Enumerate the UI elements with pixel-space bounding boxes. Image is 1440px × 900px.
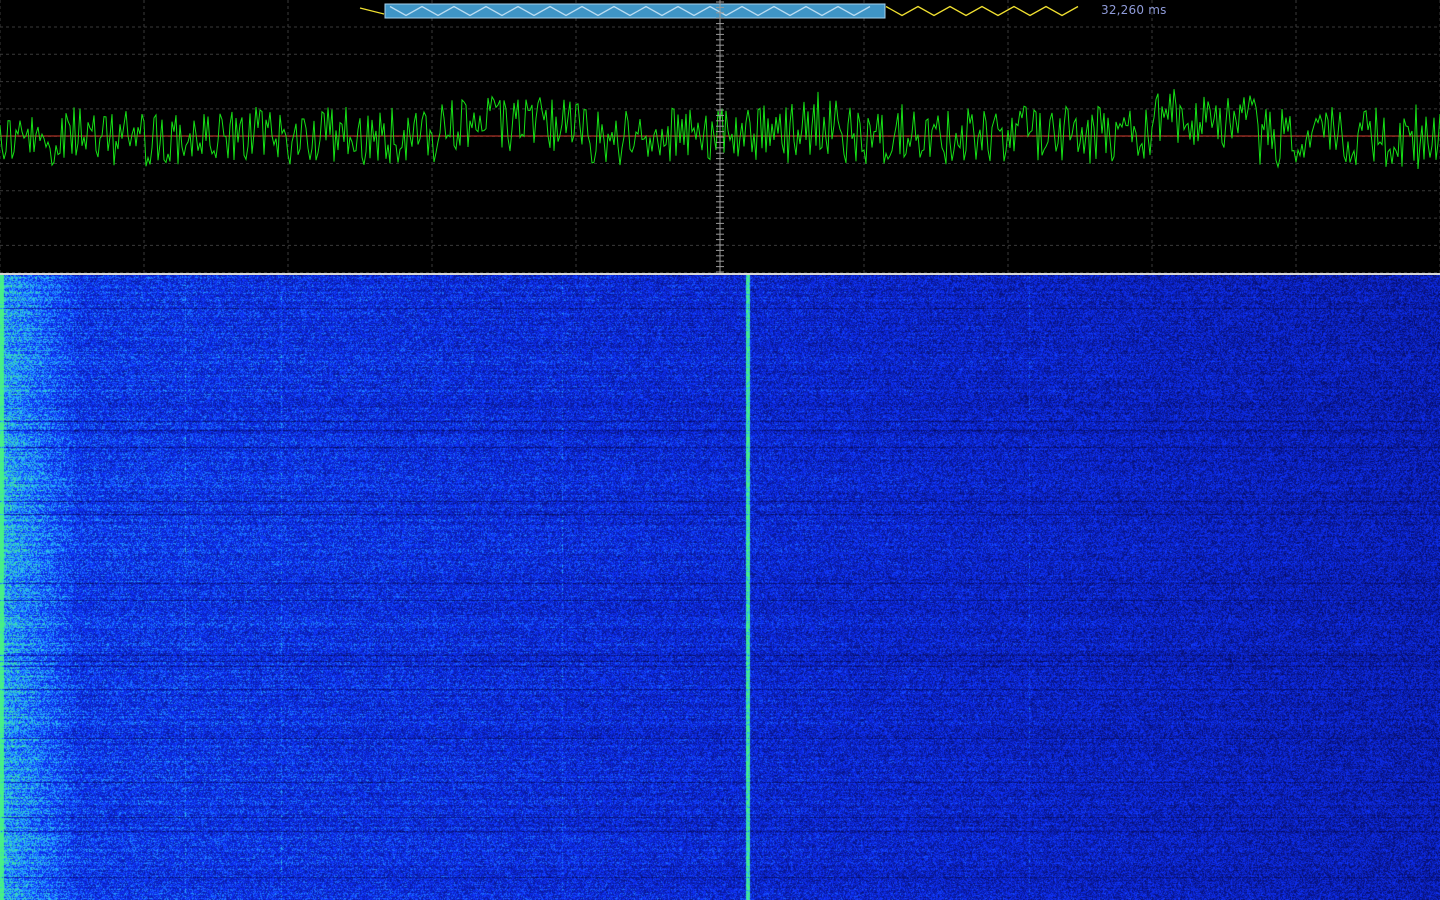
center-time-marker (716, 0, 724, 273)
spectrogram-waterfall (0, 275, 1440, 900)
time-scroll-indicator[interactable] (359, 3, 1079, 19)
scroll-viewport-thumb[interactable] (384, 3, 886, 19)
scroll-zigzag-left (359, 7, 385, 15)
time-readout: 32,260 ms (1101, 3, 1167, 17)
oscilloscope-panel[interactable]: 32,260 ms (0, 0, 1440, 273)
spectrogram-panel[interactable] (0, 275, 1440, 900)
scroll-zigzag-right (885, 5, 1079, 17)
oscilloscope-display (0, 0, 1440, 273)
